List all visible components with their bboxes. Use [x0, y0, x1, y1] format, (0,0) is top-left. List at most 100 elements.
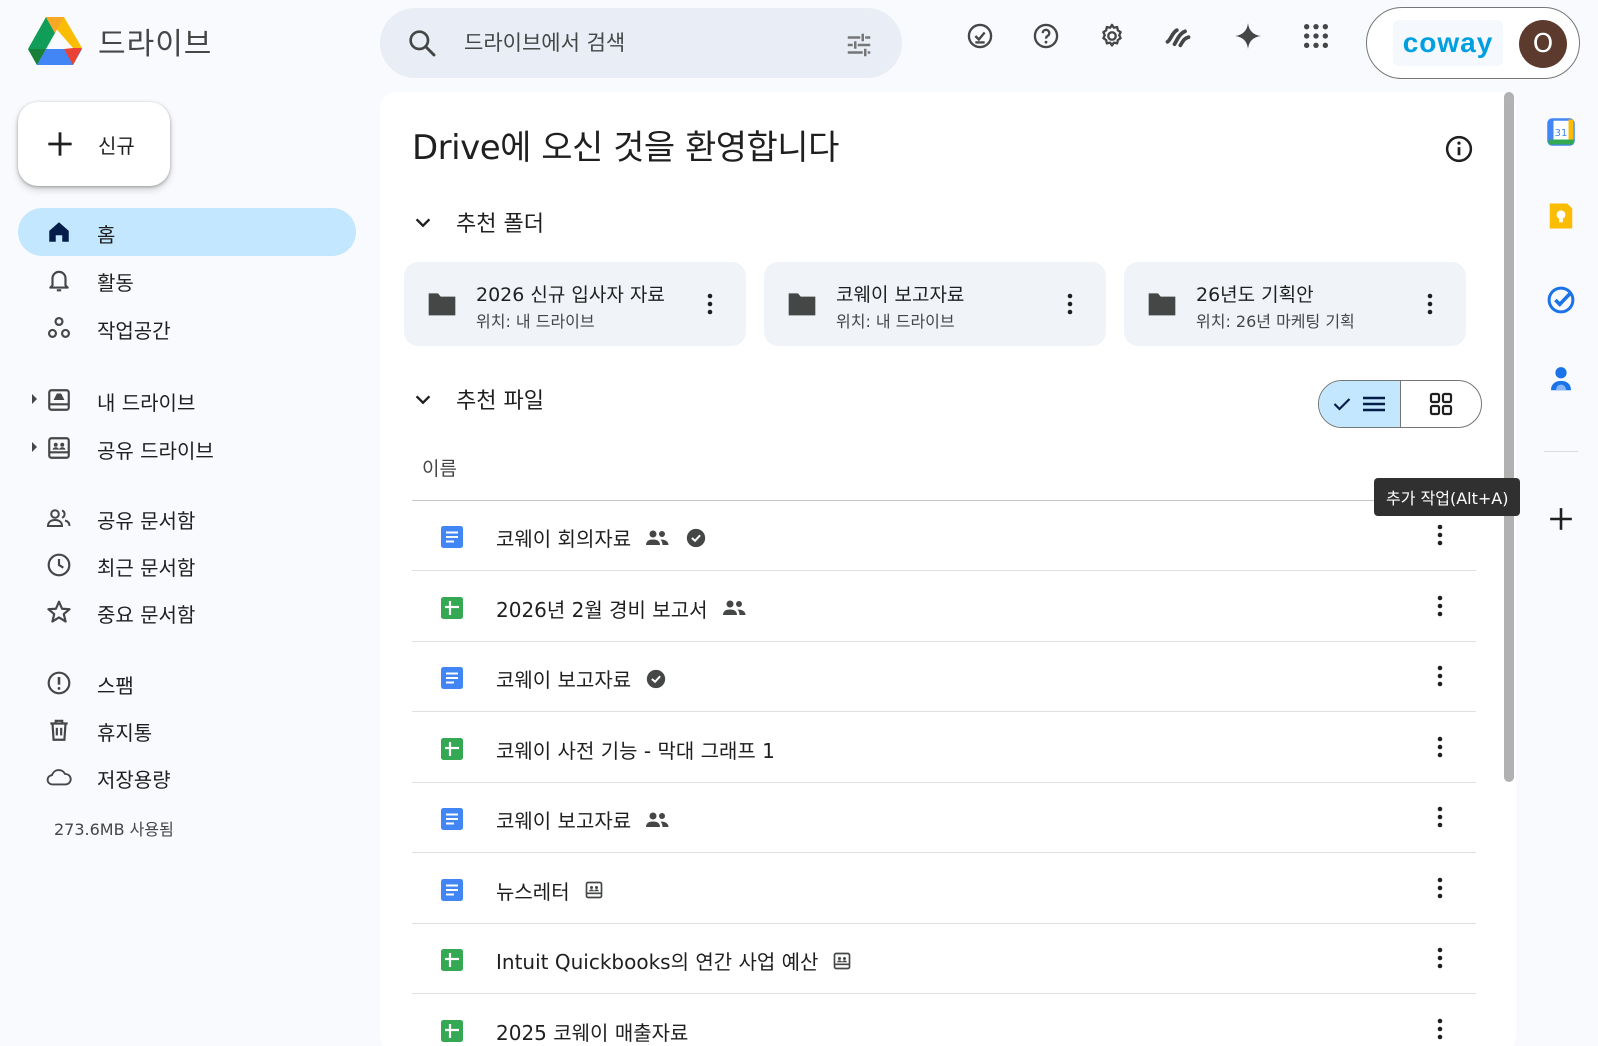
contacts-icon[interactable]	[1546, 364, 1576, 394]
account-switcher[interactable]: coway O	[1366, 7, 1580, 79]
folder-card[interactable]: 26년도 기획안 위치: 26년 마케팅 기획	[1124, 262, 1466, 346]
info-icon[interactable]	[1444, 134, 1474, 164]
file-name: 코웨이 보고자료	[496, 809, 632, 833]
gemini-workspace-icon[interactable]	[1164, 22, 1192, 50]
more-actions-icon[interactable]	[1418, 292, 1442, 316]
bell-icon	[46, 267, 72, 293]
calendar-icon[interactable]: 31	[1546, 117, 1576, 147]
drive-logo[interactable]: 드라이브	[28, 16, 212, 66]
sidebar-item-label: 중요 문서함	[97, 603, 196, 627]
folder-name: 코웨이 보고자료	[836, 284, 965, 306]
grid-icon	[1429, 392, 1453, 416]
file-row[interactable]: Intuit Quickbooks의 연간 사업 예산	[412, 924, 1476, 994]
sidebar-item-shared-with-me[interactable]: 공유 문서함	[18, 494, 356, 542]
keep-icon[interactable]	[1546, 201, 1576, 231]
sidebar-item-shared-drives[interactable]: 공유 드라이브	[18, 424, 356, 472]
list-view-button[interactable]	[1319, 381, 1401, 427]
sidebar-item-recent[interactable]: 최근 문서함	[18, 541, 356, 589]
more-actions-icon[interactable]	[1428, 594, 1452, 618]
sidebar-item-label: 공유 문서함	[97, 509, 196, 533]
app-title: 드라이브	[98, 27, 213, 62]
shared-icon	[645, 529, 671, 547]
more-actions-icon[interactable]	[1428, 805, 1452, 829]
file-row[interactable]: 뉴스레터	[412, 854, 1476, 924]
sidebar-item-trash[interactable]: 휴지통	[18, 706, 356, 754]
more-actions-icon[interactable]	[1428, 876, 1452, 900]
shared-icon	[645, 811, 671, 829]
check-icon	[1333, 398, 1351, 411]
chevron-down-icon[interactable]	[412, 389, 434, 411]
my-drive-icon	[46, 387, 72, 413]
new-button[interactable]: 신규	[18, 102, 170, 186]
tooltip: 추가 작업(Alt+A)	[1374, 478, 1521, 516]
more-actions-icon[interactable]	[1428, 1017, 1452, 1041]
more-actions-icon[interactable]	[1428, 664, 1452, 688]
google-docs-icon	[440, 807, 464, 831]
drive-logo-icon	[28, 17, 82, 65]
chevron-down-icon[interactable]	[412, 212, 434, 234]
list-icon	[1363, 396, 1385, 412]
folder-card[interactable]: 2026 신규 입사자 자료 위치: 내 드라이브	[404, 262, 746, 346]
gemini-spark-icon[interactable]	[1234, 22, 1262, 50]
sidebar-item-my-drive[interactable]: 내 드라이브	[18, 376, 356, 424]
shared-icon	[722, 599, 748, 617]
file-name: 코웨이 회의자료	[496, 527, 632, 551]
org-brand-logo: coway	[1393, 20, 1503, 66]
search-options-icon[interactable]	[844, 30, 874, 60]
google-sheets-icon	[440, 948, 464, 972]
star-icon	[46, 599, 72, 625]
sidebar-item-label: 내 드라이브	[97, 391, 196, 415]
search-bar[interactable]	[380, 8, 902, 78]
settings-icon[interactable]	[1098, 22, 1126, 50]
file-row[interactable]: 코웨이 보고자료	[412, 642, 1476, 712]
google-sheets-icon	[440, 1019, 464, 1043]
file-name-cell: 코웨이 보고자료	[496, 805, 671, 834]
file-name-cell: 코웨이 보고자료	[496, 664, 667, 693]
search-icon[interactable]	[406, 27, 438, 59]
google-docs-icon	[440, 525, 464, 549]
add-icon[interactable]	[1546, 504, 1576, 534]
workspaces-icon	[46, 315, 72, 341]
folder-location: 위치: 내 드라이브	[836, 312, 955, 331]
sidebar-item-home[interactable]: 홈	[18, 208, 356, 256]
sidebar-item-starred[interactable]: 중요 문서함	[18, 588, 356, 636]
file-name-cell: 코웨이 회의자료	[496, 523, 707, 552]
people-icon	[46, 505, 72, 531]
folder-card[interactable]: 코웨이 보고자료 위치: 내 드라이브	[764, 262, 1106, 346]
ready-for-offline-icon[interactable]	[966, 22, 994, 50]
file-row[interactable]: 코웨이 보고자료	[412, 783, 1476, 853]
tasks-icon[interactable]	[1546, 285, 1576, 315]
sidebar-item-label: 휴지통	[97, 721, 153, 745]
more-actions-icon[interactable]	[1058, 292, 1082, 316]
file-row[interactable]: 코웨이 사전 기능 - 막대 그래프 1	[412, 713, 1476, 783]
shared-drive-icon	[832, 951, 852, 971]
file-row[interactable]: 코웨이 회의자료	[412, 501, 1476, 571]
approval-icon	[645, 668, 667, 690]
search-input[interactable]	[464, 8, 824, 78]
more-actions-icon[interactable]	[1428, 946, 1452, 970]
file-row[interactable]: 2025 코웨이 매출자료	[412, 995, 1476, 1046]
more-actions-icon[interactable]	[1428, 735, 1452, 759]
more-actions-icon[interactable]	[698, 292, 722, 316]
expand-caret-icon[interactable]	[32, 394, 37, 404]
storage-usage: 273.6MB 사용됨	[54, 820, 174, 839]
column-header-name[interactable]: 이름	[422, 454, 457, 481]
file-name: 2025 코웨이 매출자료	[496, 1020, 689, 1045]
file-row[interactable]: 2026년 2월 경비 보고서	[412, 572, 1476, 642]
avatar[interactable]: O	[1519, 20, 1567, 68]
sidebar-item-spam[interactable]: 스팸	[18, 659, 356, 707]
sidebar-item-activity[interactable]: 활동	[18, 256, 356, 304]
shared-drive-icon	[584, 880, 604, 900]
shared-drive-icon	[46, 435, 72, 461]
grid-view-button[interactable]	[1401, 381, 1481, 427]
sidebar-item-label: 스팸	[97, 674, 134, 698]
expand-caret-icon[interactable]	[32, 442, 37, 452]
sidebar-item-label: 활동	[97, 271, 134, 295]
scrollbar[interactable]	[1504, 92, 1514, 782]
file-name: 코웨이 사전 기능 - 막대 그래프 1	[496, 738, 775, 763]
more-actions-icon[interactable]	[1428, 523, 1452, 547]
apps-grid-icon[interactable]	[1302, 22, 1330, 50]
help-icon[interactable]	[1032, 22, 1060, 50]
sidebar-item-storage[interactable]: 저장용량	[18, 753, 356, 801]
sidebar-item-workspaces[interactable]: 작업공간	[18, 304, 356, 352]
